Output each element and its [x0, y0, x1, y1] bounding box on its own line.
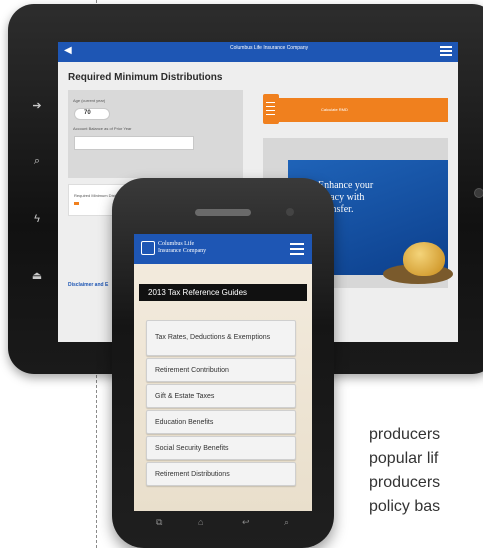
back-icon[interactable]: ↩: [242, 517, 250, 528]
menu-icon[interactable]: [290, 243, 304, 256]
search-icon[interactable]: ⌕: [284, 517, 289, 528]
search-icon[interactable]: ⌕: [30, 154, 44, 168]
body-line: producers: [369, 426, 441, 443]
forward-icon[interactable]: ➔: [30, 99, 44, 113]
guide-list: Tax Rates, Deductions & Exemptions Retir…: [146, 320, 296, 488]
body-line: policy bas: [369, 498, 441, 515]
rmd-value-marker: [74, 202, 79, 205]
guide-title: 2013 Tax Reference Guides: [148, 288, 248, 297]
balance-label: Account Balance as of Prior Year: [73, 126, 132, 131]
calculator-card: Age (current year) 70 Account Balance as…: [68, 90, 243, 178]
balance-input[interactable]: [74, 136, 194, 150]
eject-icon[interactable]: ⏏: [30, 269, 44, 283]
tablet-camera: [474, 188, 483, 198]
age-stepper[interactable]: 70: [74, 108, 110, 120]
calculate-button[interactable]: Calculate RMD: [276, 98, 448, 122]
guide-item-gift-estate[interactable]: Gift & Estate Taxes: [146, 384, 296, 408]
microphone-icon[interactable]: ϟ: [30, 212, 44, 226]
phone-logo: Columbus Life Insurance Company: [158, 241, 207, 254]
guide-item-tax-rates[interactable]: Tax Rates, Deductions & Exemptions: [146, 320, 296, 356]
disclaimer-link[interactable]: Disclaimer and E: [68, 282, 108, 288]
phone-camera: [286, 208, 294, 216]
guide-item-social-security[interactable]: Social Security Benefits: [146, 436, 296, 460]
body-line: popular lif: [369, 450, 439, 467]
guide-item-retirement-distributions[interactable]: Retirement Distributions: [146, 462, 296, 486]
tablet-logo: Columbus Life Insurance Company: [230, 45, 309, 51]
phone-speaker: [195, 209, 251, 216]
age-value: 70: [84, 110, 91, 116]
phone-device: Columbus Life Insurance Company 2013 Tax…: [112, 178, 334, 548]
phone-screen: Columbus Life Insurance Company 2013 Tax…: [134, 234, 312, 511]
guide-item-retirement-contribution[interactable]: Retirement Contribution: [146, 358, 296, 382]
body-paragraph: producers popular lif producers policy b…: [369, 423, 440, 519]
recent-apps-icon[interactable]: ⧉: [156, 517, 162, 528]
tablet-app-header: ◀ Columbus Life Insurance Company: [58, 42, 458, 62]
logo-icon: [141, 241, 155, 255]
guide-title-bar: 2013 Tax Reference Guides: [139, 284, 307, 301]
page-title: Required Minimum Distributions: [68, 72, 223, 83]
phone-app-header: Columbus Life Insurance Company: [134, 234, 312, 264]
golden-egg-image: [403, 242, 445, 276]
guide-item-education[interactable]: Education Benefits: [146, 410, 296, 434]
body-line: producers: [369, 474, 441, 491]
home-icon[interactable]: ⌂: [198, 517, 203, 527]
menu-icon[interactable]: [440, 46, 452, 57]
back-icon[interactable]: ◀: [64, 45, 72, 56]
age-label: Age (current year): [73, 98, 106, 103]
phone-nav-bar: ⧉ ⌂ ↩ ⌕: [134, 515, 312, 531]
